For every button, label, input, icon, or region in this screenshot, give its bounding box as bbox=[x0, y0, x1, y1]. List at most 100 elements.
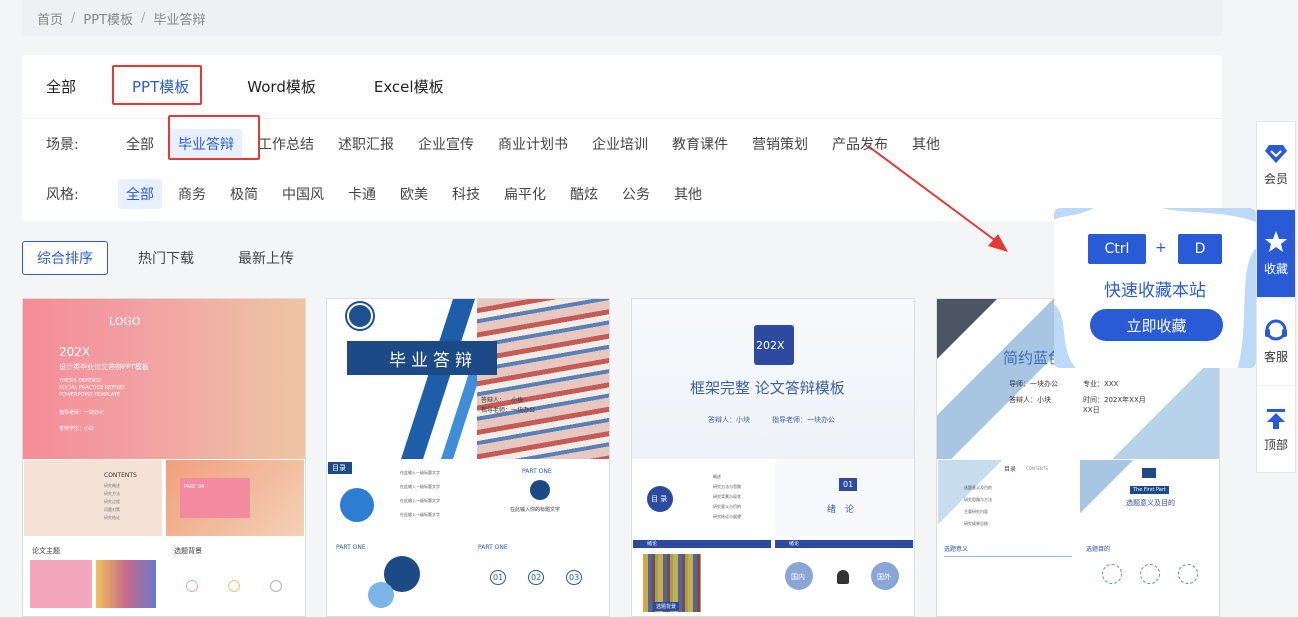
cover-logo: LOGO bbox=[109, 315, 141, 328]
slide-thumb: PART ONE 在此输入你的标题文字 bbox=[469, 459, 609, 537]
style-option[interactable]: 欧美 bbox=[392, 179, 436, 209]
rail-bookmark[interactable]: 收藏 bbox=[1257, 210, 1295, 298]
scene-option[interactable]: 教育课件 bbox=[664, 129, 736, 159]
d-key: D bbox=[1178, 234, 1222, 264]
thumb-toc-label: 目录 bbox=[1004, 466, 1017, 473]
rail-support[interactable]: 客服 bbox=[1257, 298, 1295, 386]
toc-item: 在此输入一级标题文字 bbox=[400, 484, 440, 489]
slide-thumb: 论文主题 bbox=[23, 539, 163, 616]
slide-thumb: 目 录 概述 研究方法与思路 研究背景与现状 研究意义与目的 研究结论与展望 bbox=[632, 459, 772, 537]
thumb-toc: 在此输入一级标题文字 在此输入一级标题文字 在此输入一级标题文字 在此输入一级标… bbox=[400, 466, 440, 522]
scene-option[interactable]: 述职汇报 bbox=[330, 129, 402, 159]
thumb-part: PART 04 bbox=[184, 484, 205, 490]
rail-back-to-top-label: 顶部 bbox=[1263, 437, 1288, 452]
rail-member[interactable]: 会员 bbox=[1257, 122, 1295, 210]
thumb-part: PART ONE bbox=[522, 468, 552, 475]
slide-thumb: The First Part 选题意义及目的 bbox=[1079, 459, 1219, 537]
scene-option[interactable]: 商业计划书 bbox=[490, 129, 576, 159]
thumb-image bbox=[30, 560, 92, 608]
step-badge: 03 bbox=[566, 570, 583, 585]
style-option[interactable]: 公务 bbox=[614, 179, 658, 209]
scene-option[interactable]: 企业宣传 bbox=[410, 129, 482, 159]
template-card[interactable]: LOGO 202X 设计类毕业论文答辩PPT模板 THESIS DEFENSE … bbox=[22, 298, 306, 617]
style-option[interactable]: 其他 bbox=[666, 179, 710, 209]
style-option-selected[interactable]: 全部 bbox=[118, 179, 162, 209]
star-icon bbox=[1265, 231, 1287, 252]
thumb-foreign: 国外 bbox=[877, 573, 891, 581]
thumb-section: 选题意义 bbox=[944, 546, 969, 553]
toc-item: 问题对策 bbox=[104, 507, 120, 512]
style-option[interactable]: 科技 bbox=[444, 179, 488, 209]
style-option[interactable]: 极简 bbox=[222, 179, 266, 209]
breadcrumb-home[interactable]: 首页 bbox=[37, 9, 63, 28]
style-filter-label: 风格: bbox=[46, 187, 79, 203]
slide-thumb: 01 绪 论 bbox=[774, 459, 914, 537]
promo-title: 快速收藏本站 bbox=[1104, 281, 1206, 301]
thumb-part: PART ONE bbox=[478, 544, 508, 551]
template-card[interactable]: 202X 框架完整 论文答辩模板 答辩人：小块 指导老师：一块办公 目 录 概述… bbox=[631, 298, 915, 617]
thumb-section-number: 01 bbox=[839, 478, 858, 491]
slide-thumb: PART 04 bbox=[165, 459, 305, 537]
style-option[interactable]: 酷炫 bbox=[562, 179, 606, 209]
template-card[interactable]: 毕业答辩 答辩人： 小块 指导老师： 一块办公 目录 在此输入一级标题文字 在此… bbox=[326, 298, 610, 617]
slide-thumb: 绪论 选题背景 bbox=[632, 539, 772, 616]
cover-reporter-label: 答辩人： bbox=[481, 397, 506, 404]
plus-sign: + bbox=[1155, 240, 1167, 256]
style-option[interactable]: 扁平化 bbox=[496, 179, 554, 209]
cover-year: 202X bbox=[59, 345, 91, 359]
scene-option-selected[interactable]: 毕业答辩 bbox=[170, 129, 242, 159]
cover-subtitle: 设计类毕业论文答辩PPT模板 bbox=[59, 363, 149, 371]
breadcrumb: 首页 / PPT模板 / 毕业答辩 bbox=[22, 0, 1222, 36]
sort-latest-button[interactable]: 最新上传 bbox=[238, 248, 294, 268]
circle-icon bbox=[186, 580, 198, 592]
toc-item: 研究意义与目的 bbox=[713, 504, 741, 509]
card-cover: 202X 框架完整 论文答辩模板 答辩人：小块 指导老师：一块办公 bbox=[632, 299, 914, 459]
breadcrumb-category[interactable]: PPT模板 bbox=[83, 9, 133, 28]
thumb-title: 选题背景 bbox=[174, 547, 202, 555]
rail-bookmark-label: 收藏 bbox=[1263, 262, 1288, 276]
thumb-subtitle: 在此输入你的标题文字 bbox=[510, 507, 561, 513]
sort-comprehensive-button[interactable]: 综合排序 bbox=[22, 240, 108, 275]
scene-option[interactable]: 营销策划 bbox=[744, 129, 816, 159]
scene-option[interactable]: 工作总结 bbox=[250, 129, 322, 159]
scene-option[interactable]: 企业培训 bbox=[584, 129, 656, 159]
cover-advisor: 指导老师：一块办公 bbox=[772, 416, 835, 424]
circle-icon bbox=[1178, 564, 1198, 584]
right-rail: 会员 收藏 客服 顶部 bbox=[1256, 121, 1296, 473]
circle-icon bbox=[228, 580, 240, 592]
slide-thumb: 选题目的 bbox=[1079, 539, 1219, 616]
scene-filter-row: 场景: 全部 毕业答辩 工作总结 述职汇报 企业宣传 商业计划书 企业培训 教育… bbox=[22, 119, 1222, 169]
sort-popular-button[interactable]: 热门下载 bbox=[138, 248, 194, 268]
slide-thumb: PART ONE 01 02 03 bbox=[469, 539, 609, 616]
tab-word-template[interactable]: Word模板 bbox=[237, 70, 326, 103]
thumb-toc: 概述 研究方法与思路 研究背景与现状 研究意义与目的 研究结论与展望 bbox=[713, 472, 741, 522]
thumb-section-title: 绪 论 bbox=[827, 505, 855, 515]
cover-reporter: 答辩人：小块 bbox=[1009, 396, 1051, 404]
breadcrumb-current: 毕业答辩 bbox=[153, 12, 206, 28]
toc-item: 研究结论与展望 bbox=[713, 514, 741, 519]
step-badge: 01 bbox=[490, 570, 507, 585]
tab-all[interactable]: 全部 bbox=[46, 70, 86, 103]
rail-back-to-top[interactable]: 顶部 bbox=[1257, 386, 1295, 474]
type-tabs: 全部 PPT模板 Word模板 Excel模板 bbox=[22, 55, 1222, 119]
scene-option[interactable]: 全部 bbox=[118, 129, 162, 159]
document-icon bbox=[340, 488, 374, 522]
style-option[interactable]: 卡通 bbox=[340, 179, 384, 209]
thumb-tag: 绪论 bbox=[647, 541, 658, 547]
toc-item: 研究结论 bbox=[104, 515, 120, 520]
thumb-first-title: 选题意义及目的 bbox=[1126, 499, 1175, 507]
cover-time: 时间：202X年XX月XX日 bbox=[1083, 396, 1146, 414]
bookmark-now-button[interactable]: 立即收藏 bbox=[1090, 309, 1223, 341]
toc-item: 在此输入一级标题文字 bbox=[400, 512, 440, 517]
style-option[interactable]: 中国风 bbox=[274, 179, 332, 209]
tab-excel-template[interactable]: Excel模板 bbox=[364, 70, 454, 103]
diamond-icon bbox=[1265, 145, 1287, 163]
tab-ppt-template[interactable]: PPT模板 bbox=[122, 70, 199, 103]
cover-major: 专业：XXX bbox=[1083, 380, 1119, 388]
cover-eng-line: POWERPOINT TEMPLATE bbox=[59, 392, 121, 398]
breadcrumb-separator: / bbox=[141, 10, 146, 26]
cover-advisor-label: 指导老师： bbox=[481, 407, 512, 414]
scene-filter-label: 场景: bbox=[46, 137, 79, 153]
style-option[interactable]: 商务 bbox=[170, 179, 214, 209]
toc-item: 概述 bbox=[713, 474, 721, 479]
